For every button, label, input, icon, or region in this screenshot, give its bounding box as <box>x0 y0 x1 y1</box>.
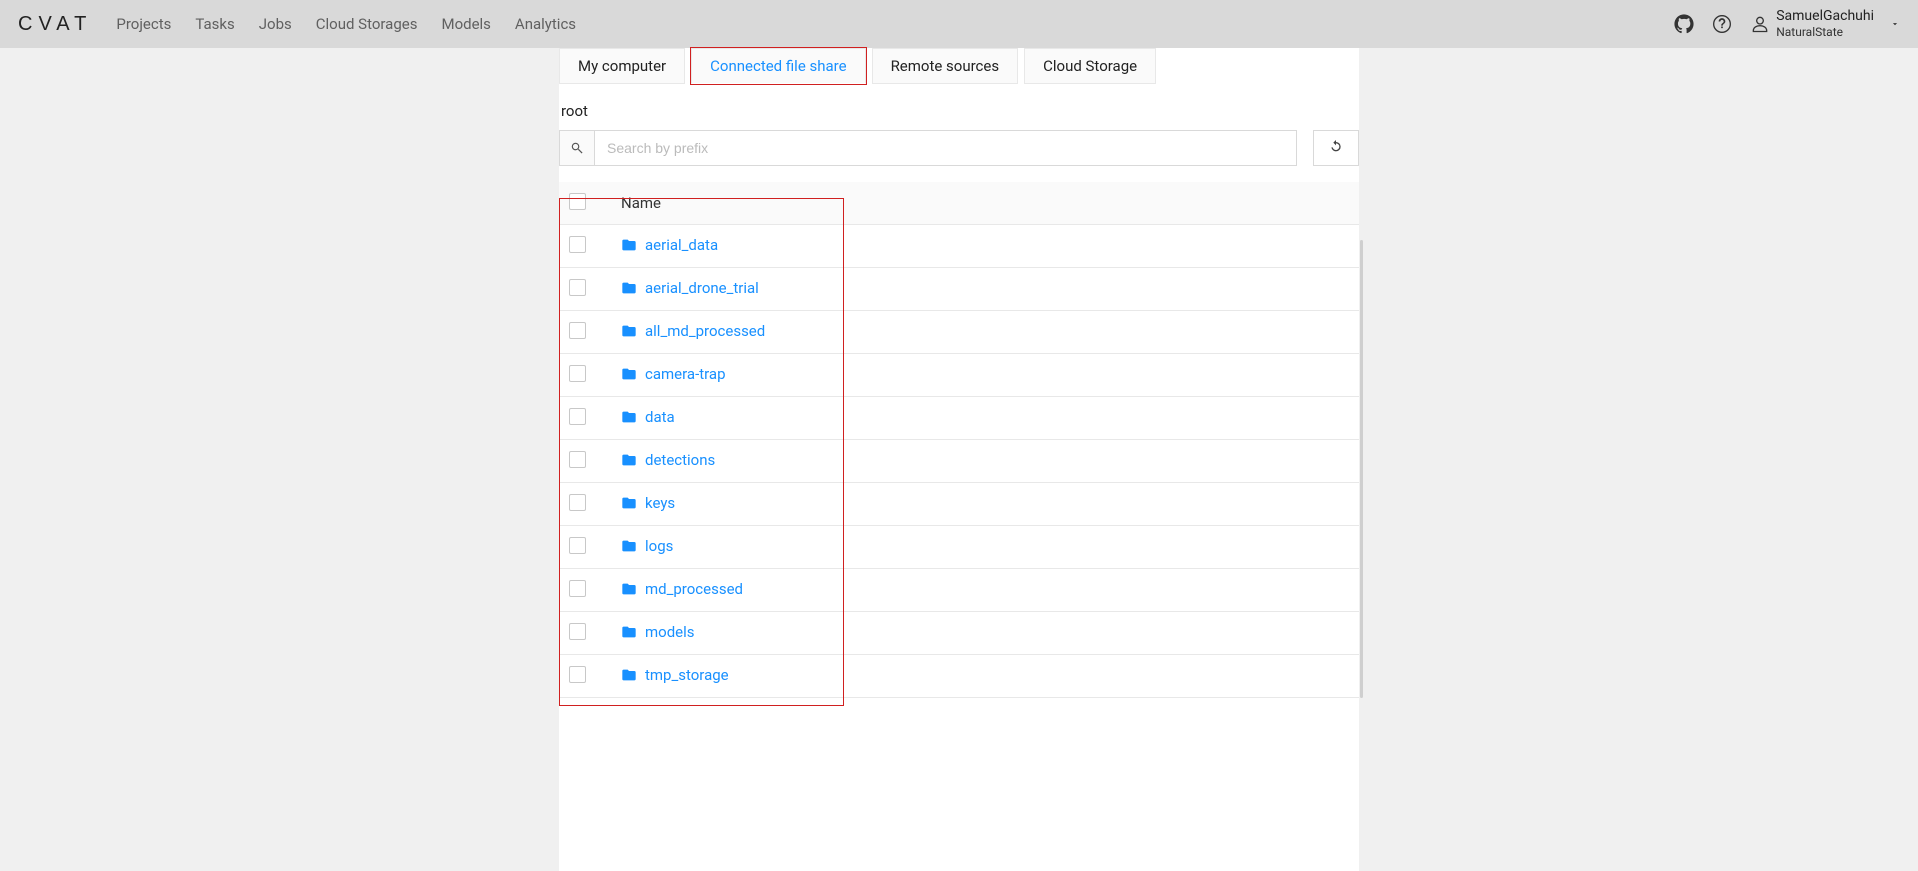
table-row: data <box>559 397 1359 440</box>
table-row: md_processed <box>559 569 1359 612</box>
app-logo: CVAT <box>18 13 92 36</box>
row-checkbox[interactable] <box>569 580 586 597</box>
table-row: aerial_data <box>559 225 1359 268</box>
table-row: all_md_processed <box>559 311 1359 354</box>
folder-icon <box>621 452 637 468</box>
row-checkbox[interactable] <box>569 537 586 554</box>
folder-name: aerial_drone_trial <box>645 279 759 297</box>
folder-name: data <box>645 408 675 426</box>
refresh-icon <box>1328 138 1344 158</box>
github-icon[interactable] <box>1674 14 1694 34</box>
tab-my-computer[interactable]: My computer <box>559 48 685 84</box>
folder-link[interactable]: camera-trap <box>621 365 726 383</box>
user-org: NaturalState <box>1776 25 1874 39</box>
search-box <box>559 130 1297 166</box>
nav-cloud-storages[interactable]: Cloud Storages <box>316 15 418 33</box>
row-checkbox[interactable] <box>569 408 586 425</box>
folder-link[interactable]: data <box>621 408 675 426</box>
table-row: keys <box>559 483 1359 526</box>
folder-icon <box>621 667 637 683</box>
folder-name: tmp_storage <box>645 666 729 684</box>
row-checkbox[interactable] <box>569 322 586 339</box>
table-row: aerial_drone_trial <box>559 268 1359 311</box>
select-all-checkbox[interactable] <box>569 193 586 210</box>
folder-name: all_md_processed <box>645 322 765 340</box>
row-checkbox[interactable] <box>569 236 586 253</box>
folder-icon <box>621 366 637 382</box>
user-name: SamuelGachuhi <box>1776 8 1874 25</box>
folder-link[interactable]: models <box>621 623 695 641</box>
nav-analytics[interactable]: Analytics <box>515 15 576 33</box>
folder-icon <box>621 409 637 425</box>
search-icon <box>560 131 595 165</box>
folder-name: models <box>645 623 695 641</box>
row-checkbox[interactable] <box>569 494 586 511</box>
folder-icon <box>621 624 637 640</box>
folder-name: md_processed <box>645 580 743 598</box>
nav-models[interactable]: Models <box>441 15 490 33</box>
file-table: Name aerial_data aerial_drone_trial all_md… <box>559 182 1359 698</box>
table-row: logs <box>559 526 1359 569</box>
tab-connected-file-share[interactable]: Connected file share <box>691 48 865 84</box>
nav-tasks[interactable]: Tasks <box>195 15 234 33</box>
file-source-panel: My computer Connected file share Remote … <box>559 48 1359 871</box>
folder-link[interactable]: md_processed <box>621 580 743 598</box>
main-nav: Projects Tasks Jobs Cloud Storages Model… <box>116 15 576 33</box>
folder-name: logs <box>645 537 673 555</box>
nav-projects[interactable]: Projects <box>116 15 171 33</box>
row-checkbox[interactable] <box>569 623 586 640</box>
folder-icon <box>621 495 637 511</box>
folder-link[interactable]: keys <box>621 494 675 512</box>
folder-link[interactable]: detections <box>621 451 715 469</box>
table-row: models <box>559 612 1359 655</box>
folder-link[interactable]: aerial_data <box>621 236 718 254</box>
table-row: tmp_storage <box>559 655 1359 698</box>
refresh-button[interactable] <box>1313 130 1359 166</box>
folder-icon <box>621 323 637 339</box>
folder-link[interactable]: all_md_processed <box>621 322 765 340</box>
row-checkbox[interactable] <box>569 279 586 296</box>
folder-name: aerial_data <box>645 236 718 254</box>
app-header: CVAT Projects Tasks Jobs Cloud Storages … <box>0 0 1918 48</box>
folder-icon <box>621 237 637 253</box>
column-name: Name <box>611 182 1359 225</box>
breadcrumb[interactable]: root <box>561 102 1359 120</box>
folder-link[interactable]: aerial_drone_trial <box>621 279 759 297</box>
folder-link[interactable]: logs <box>621 537 673 555</box>
folder-icon <box>621 280 637 296</box>
help-icon[interactable] <box>1712 14 1732 34</box>
folder-icon <box>621 581 637 597</box>
source-tabs: My computer Connected file share Remote … <box>559 48 1359 84</box>
chevron-down-icon <box>1890 19 1900 29</box>
user-menu[interactable]: SamuelGachuhi NaturalState <box>1750 8 1900 39</box>
row-checkbox[interactable] <box>569 365 586 382</box>
tab-cloud-storage[interactable]: Cloud Storage <box>1024 48 1156 84</box>
row-checkbox[interactable] <box>569 451 586 468</box>
table-row: camera-trap <box>559 354 1359 397</box>
header-actions: SamuelGachuhi NaturalState <box>1674 8 1900 39</box>
folder-name: camera-trap <box>645 365 726 383</box>
folder-icon <box>621 538 637 554</box>
row-checkbox[interactable] <box>569 666 586 683</box>
search-input[interactable] <box>595 131 1296 165</box>
folder-link[interactable]: tmp_storage <box>621 666 729 684</box>
folder-name: detections <box>645 451 715 469</box>
nav-jobs[interactable]: Jobs <box>259 15 292 33</box>
table-row: detections <box>559 440 1359 483</box>
user-icon <box>1750 14 1770 34</box>
folder-name: keys <box>645 494 675 512</box>
tab-remote-sources[interactable]: Remote sources <box>872 48 1019 84</box>
table-scrollbar[interactable] <box>1360 240 1363 698</box>
